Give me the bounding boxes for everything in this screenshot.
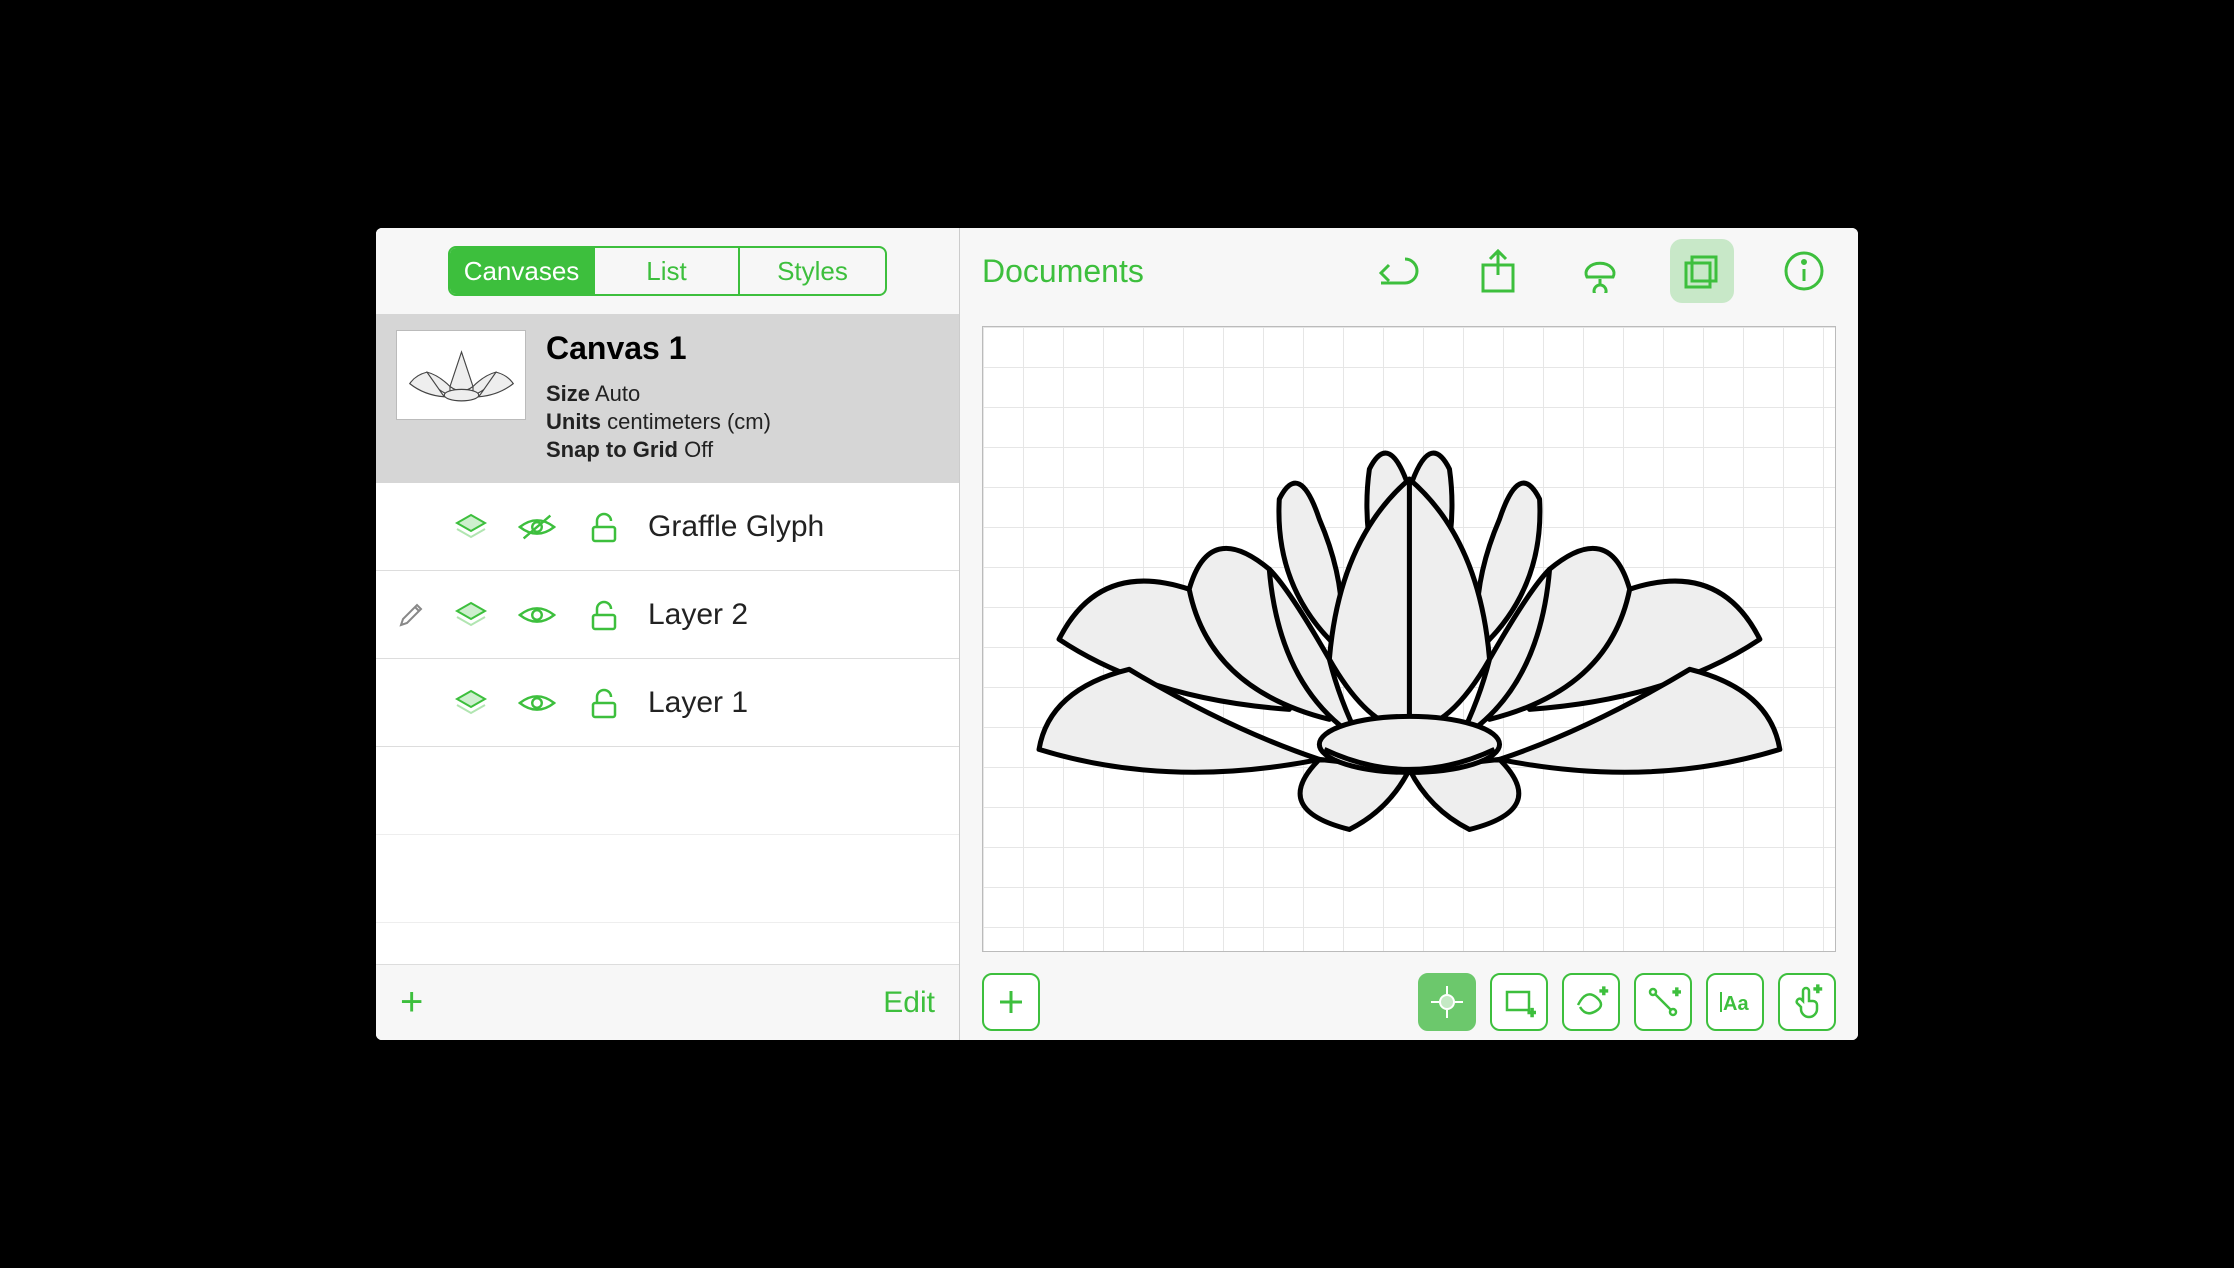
canvas-title: Canvas 1 xyxy=(546,330,771,367)
visibility-visible-icon[interactable] xyxy=(516,594,558,636)
rectangle-tool[interactable]: + xyxy=(1490,973,1548,1031)
touch-tool[interactable]: + xyxy=(1778,973,1836,1031)
share-icon[interactable] xyxy=(1466,239,1530,303)
layer-stack-icon[interactable] xyxy=(450,682,492,724)
sync-icon[interactable] xyxy=(1568,239,1632,303)
canvas-size-line: Size Auto xyxy=(546,381,771,407)
canvas-area xyxy=(960,314,1858,964)
text-tool[interactable]: Aa xyxy=(1706,973,1764,1031)
lock-open-icon[interactable] xyxy=(582,682,624,724)
svg-text:+: + xyxy=(1673,984,1681,999)
line-tool[interactable]: + xyxy=(1634,973,1692,1031)
tab-styles[interactable]: Styles xyxy=(740,248,885,294)
lock-open-icon[interactable] xyxy=(582,594,624,636)
lotus-thumbnail-icon xyxy=(404,340,519,410)
layer-stack-icon[interactable] xyxy=(450,506,492,548)
canvas-units-line: Units centimeters (cm) xyxy=(546,409,771,435)
tab-list[interactable]: List xyxy=(595,248,740,294)
lock-open-icon[interactable] xyxy=(582,506,624,548)
canvas-snap-line: Snap to Grid Off xyxy=(546,437,771,463)
app-window: Canvases List Styles xyxy=(374,226,1860,1042)
info-icon[interactable] xyxy=(1772,239,1836,303)
empty-row xyxy=(376,747,959,835)
visibility-visible-icon[interactable] xyxy=(516,682,558,724)
svg-text:Aa: Aa xyxy=(1723,993,1749,1015)
selection-tool[interactable] xyxy=(1418,973,1476,1031)
svg-text:+: + xyxy=(1528,1004,1536,1019)
layer-row[interactable]: Layer 1 xyxy=(376,659,959,747)
sidebar: Canvases List Styles xyxy=(376,228,960,1040)
pencil-icon xyxy=(397,601,425,629)
main-footer: + + + Aa + xyxy=(960,964,1858,1040)
layer-name: Graffle Glyph xyxy=(648,510,824,544)
lotus-drawing[interactable] xyxy=(1009,389,1810,890)
sidebar-footer: + Edit xyxy=(376,964,959,1040)
main-panel: Documents xyxy=(960,228,1858,1040)
empty-row xyxy=(376,835,959,923)
svg-text:+: + xyxy=(1814,983,1822,996)
layer-list: Graffle Glyph Layer 2 xyxy=(376,483,959,964)
canvas-card[interactable]: Canvas 1 Size Auto Units centimeters (cm… xyxy=(376,314,959,483)
layer-row[interactable]: Layer 2 xyxy=(376,571,959,659)
undo-icon[interactable] xyxy=(1364,239,1428,303)
layer-name: Layer 1 xyxy=(648,686,748,720)
canvas-thumbnail xyxy=(396,330,526,420)
edit-indicator-slot xyxy=(396,601,426,629)
visibility-hidden-icon[interactable] xyxy=(516,506,558,548)
add-shape-button[interactable] xyxy=(982,973,1040,1031)
documents-button[interactable]: Documents xyxy=(982,253,1144,290)
layer-name: Layer 2 xyxy=(648,598,748,632)
layer-row[interactable]: Graffle Glyph xyxy=(376,483,959,571)
edit-button[interactable]: Edit xyxy=(883,986,935,1020)
main-header: Documents xyxy=(960,228,1858,314)
layer-stack-icon[interactable] xyxy=(450,594,492,636)
view-segmented-control: Canvases List Styles xyxy=(448,246,887,296)
canvases-panel-icon[interactable] xyxy=(1670,239,1734,303)
canvas-meta: Canvas 1 Size Auto Units centimeters (cm… xyxy=(546,330,771,463)
canvas-grid[interactable] xyxy=(982,326,1836,952)
svg-text:+: + xyxy=(1600,985,1608,998)
tab-canvases[interactable]: Canvases xyxy=(450,248,595,294)
add-button[interactable]: + xyxy=(400,980,423,1025)
sidebar-header: Canvases List Styles xyxy=(376,228,959,314)
freehand-tool[interactable]: + xyxy=(1562,973,1620,1031)
